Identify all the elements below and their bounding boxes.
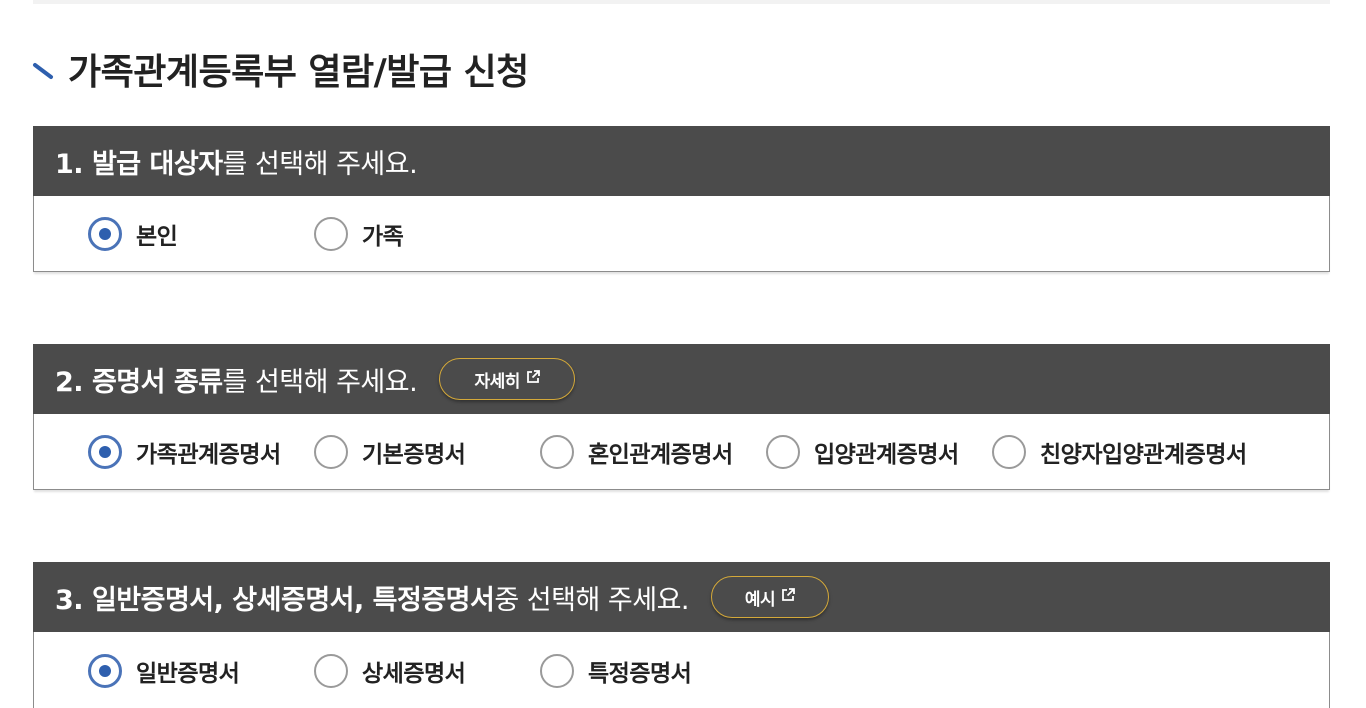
radio-option-specific-cert[interactable]: 특정증명서 (540, 652, 692, 690)
radio-option-marriage-cert[interactable]: 혼인관계증명서 (540, 433, 733, 471)
radio-option-general-cert[interactable]: 일반증명서 (88, 652, 240, 690)
option-label: 특정증명서 (588, 661, 692, 687)
radio-option-basic-cert[interactable]: 기본증명서 (314, 433, 466, 471)
section-header: 2. 증명서 종류 를 선택해 주세요. 자세히 (33, 344, 1330, 414)
section-certificate-type: 2. 증명서 종류 를 선택해 주세요. 자세히 가족관계증명서 기본증명서 혼인… (33, 344, 1330, 490)
option-label: 입양관계증명서 (814, 442, 959, 468)
option-label: 가족 (362, 224, 404, 250)
section-issue-target: 1. 발급 대상자 를 선택해 주세요. 본인 가족 (33, 126, 1330, 272)
radio-option-detailed-cert[interactable]: 상세증명서 (314, 652, 466, 690)
section-options: 일반증명서 상세증명서 특정증명서 (33, 632, 1330, 708)
radio-option-full-adoption-cert[interactable]: 친양자입양관계증명서 (992, 433, 1247, 471)
details-button-label: 자세히 (474, 371, 520, 392)
section-header: 1. 발급 대상자 를 선택해 주세요. (33, 126, 1330, 196)
section-heading-bold: 2. 증명서 종류 (55, 366, 223, 398)
section-heading-normal: 를 선택해 주세요. (222, 148, 418, 180)
radio-option-adoption-cert[interactable]: 입양관계증명서 (766, 433, 959, 471)
radio-button[interactable] (992, 435, 1026, 469)
radio-button-checked[interactable] (88, 217, 122, 251)
section-heading-normal: 중 선택해 주세요. (494, 584, 689, 616)
section-options: 가족관계증명서 기본증명서 혼인관계증명서 입양관계증명서 친양자입양관계증명서 (33, 414, 1330, 490)
radio-button[interactable] (766, 435, 800, 469)
details-button[interactable]: 자세히 (439, 358, 576, 400)
radio-option-self[interactable]: 본인 (88, 215, 178, 253)
external-link-icon (526, 369, 540, 389)
example-button[interactable]: 예시 (711, 576, 829, 618)
radio-option-family-relation-cert[interactable]: 가족관계증명서 (88, 433, 281, 471)
radio-button[interactable] (314, 654, 348, 688)
section-certificate-scope: 3. 일반증명서, 상세증명서, 특정증명서 중 선택해 주세요. 예시 일반증… (33, 562, 1330, 708)
radio-button-checked[interactable] (88, 435, 122, 469)
page-title-text: 가족관계등록부 열람/발급 신청 (68, 52, 529, 93)
section-heading-bold: 3. 일반증명서, 상세증명서, 특정증명서 (55, 584, 495, 616)
page-title: 가족관계등록부 열람/발급 신청 (32, 44, 529, 94)
external-link-icon (781, 587, 796, 607)
radio-button[interactable] (314, 435, 348, 469)
section-options: 본인 가족 (33, 196, 1330, 272)
option-label: 혼인관계증명서 (588, 442, 733, 468)
section-header: 3. 일반증명서, 상세증명서, 특정증명서 중 선택해 주세요. 예시 (33, 562, 1330, 632)
option-label: 가족관계증명서 (136, 442, 281, 468)
option-label: 기본증명서 (362, 442, 466, 468)
section-heading-bold: 1. 발급 대상자 (55, 148, 223, 180)
radio-option-family[interactable]: 가족 (314, 215, 404, 253)
radio-button[interactable] (314, 217, 348, 251)
option-label: 상세증명서 (362, 661, 466, 687)
option-label: 본인 (136, 224, 178, 250)
example-button-label: 예시 (744, 589, 776, 610)
radio-button[interactable] (540, 435, 574, 469)
section-heading-normal: 를 선택해 주세요. (222, 366, 418, 398)
radio-button-checked[interactable] (88, 654, 122, 688)
title-marker-icon (32, 59, 54, 81)
radio-button[interactable] (540, 654, 574, 688)
option-label: 친양자입양관계증명서 (1040, 442, 1247, 468)
option-label: 일반증명서 (136, 661, 240, 687)
top-divider (33, 0, 1330, 4)
